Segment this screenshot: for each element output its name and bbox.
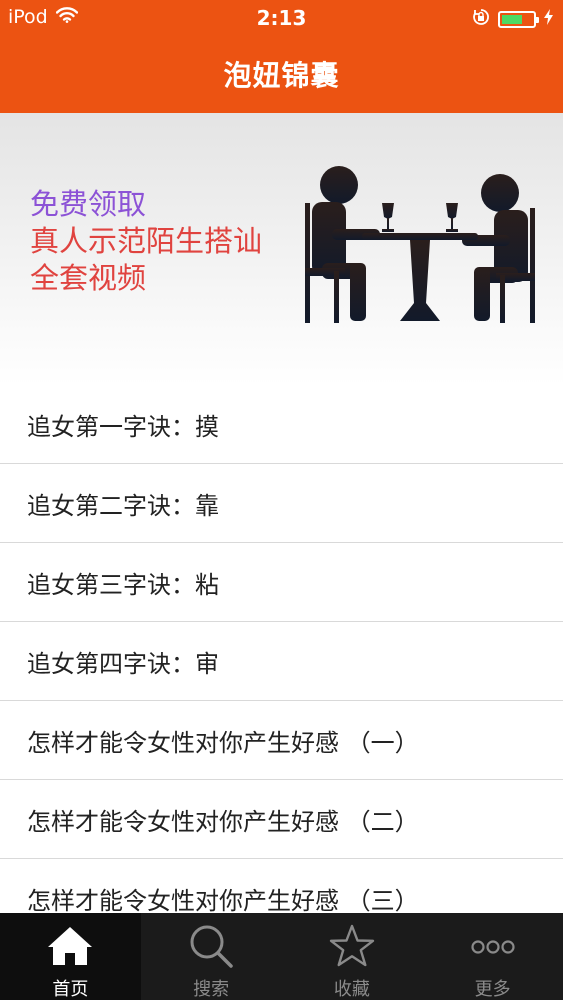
- list-item[interactable]: 怎样才能令女性对你产生好感 （一）: [0, 701, 563, 780]
- dinner-couple-illustration: [305, 166, 535, 323]
- search-icon: [187, 923, 235, 973]
- promo-banner[interactable]: 免费领取 真人示范陌生搭讪 全套视频: [0, 113, 563, 385]
- banner-line-video: 全套视频: [30, 261, 147, 295]
- list-item[interactable]: 怎样才能令女性对你产生好感 （二）: [0, 780, 563, 859]
- battery-icon: [498, 10, 539, 28]
- tab-bar: 首页 搜索 收藏 更多: [0, 913, 563, 1000]
- list-item[interactable]: 追女第四字诀：审: [0, 622, 563, 701]
- charging-icon: [544, 9, 553, 29]
- home-icon: [46, 923, 94, 971]
- status-right: [472, 8, 553, 30]
- page-title: 泡妞锦囊: [223, 59, 340, 92]
- tab-home-label: 首页: [52, 979, 89, 1000]
- list-item[interactable]: 追女第一字诀：摸: [0, 385, 563, 464]
- banner-line-demo: 真人示范陌生搭讪: [30, 224, 263, 258]
- list-item[interactable]: 追女第二字诀：靠: [0, 464, 563, 543]
- banner-text: 免费领取 真人示范陌生搭讪 全套视频: [30, 186, 262, 297]
- tab-search[interactable]: 搜索: [141, 913, 282, 1000]
- tab-home[interactable]: 首页: [0, 913, 141, 1000]
- more-icon: [469, 923, 517, 971]
- nav-bar: 泡妞锦囊: [0, 38, 563, 113]
- list-item[interactable]: 追女第三字诀：粘: [0, 543, 563, 622]
- rotation-lock-icon: [472, 8, 490, 30]
- banner-line-free: 免费领取: [30, 187, 147, 221]
- article-list: 追女第一字诀：摸 追女第二字诀：靠 追女第三字诀：粘 追女第四字诀：审 怎样才能…: [0, 385, 563, 938]
- tab-favorites-label: 收藏: [333, 979, 370, 1000]
- tab-more-label: 更多: [474, 979, 511, 1000]
- tab-search-label: 搜索: [193, 979, 230, 1000]
- tab-more[interactable]: 更多: [422, 913, 563, 1000]
- tab-favorites[interactable]: 收藏: [282, 913, 423, 1000]
- status-bar: iPod 2:13: [0, 0, 563, 38]
- star-icon: [328, 923, 376, 973]
